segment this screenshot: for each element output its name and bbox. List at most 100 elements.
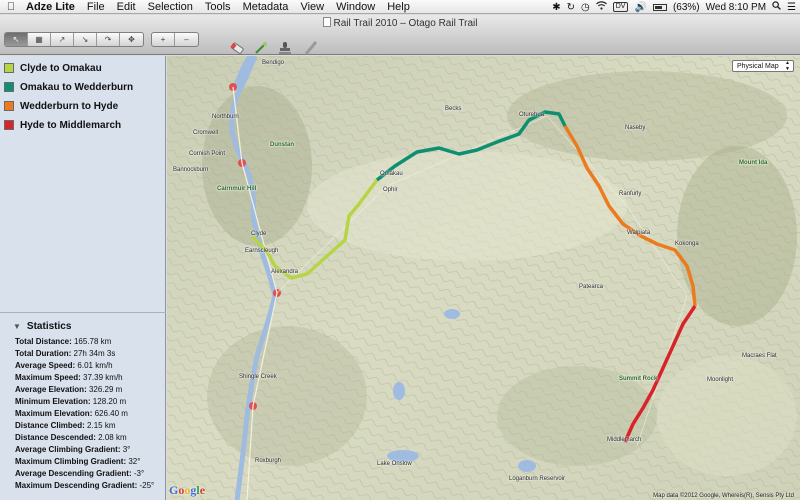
stat-row: Total Distance: 165.78 km xyxy=(15,337,111,346)
place-label: Cairnmuir Hill xyxy=(217,186,257,192)
stat-value: 3° xyxy=(122,445,131,454)
track-color-swatch xyxy=(4,101,14,111)
track-label: Clyde to Omakau xyxy=(20,62,102,74)
place-label: Naseby xyxy=(625,125,646,131)
pan-tool-button[interactable]: ✥ xyxy=(120,33,143,46)
stat-row: Maximum Descending Gradient: -25° xyxy=(15,481,154,490)
stat-label: Total Duration: xyxy=(15,349,72,358)
clock[interactable]: Wed 8:10 PM xyxy=(706,2,766,13)
map-view[interactable]: Bendigo Northburn Cromwell Dunstan Corni… xyxy=(167,56,800,500)
stat-value: 326.29 m xyxy=(88,385,123,394)
stamp-icon[interactable] xyxy=(276,39,294,57)
place-label: Northburn xyxy=(212,114,239,120)
track-item[interactable]: Omakau to Wedderburn xyxy=(4,79,133,95)
draw-line-tool-button[interactable]: ↘ xyxy=(74,33,97,46)
battery-icon[interactable] xyxy=(652,3,667,11)
statistics-header[interactable]: ▼ Statistics xyxy=(13,321,71,332)
place-label: Moonlight xyxy=(707,377,734,383)
apple-menu-icon[interactable]:  xyxy=(0,1,22,13)
dv-badge[interactable]: DV xyxy=(612,2,629,12)
place-label: Oturehua xyxy=(519,112,545,118)
place-label: Bendigo xyxy=(262,60,285,66)
stat-value: -3° xyxy=(133,469,145,478)
stat-row: Maximum Elevation: 626.40 m xyxy=(15,409,128,418)
menu-tools[interactable]: Tools xyxy=(199,1,237,13)
stat-row: Average Speed: 6.01 km/h xyxy=(15,361,113,370)
place-label: Becks xyxy=(445,106,462,112)
place-label: Ophir xyxy=(383,187,398,193)
notifications-icon[interactable]: ☰ xyxy=(787,2,796,13)
menu-edit[interactable]: Edit xyxy=(111,1,142,13)
bluetooth-icon[interactable]: ✱ xyxy=(552,2,560,13)
disclosure-triangle-icon[interactable]: ▼ xyxy=(13,322,21,331)
draw-curve-tool-button[interactable]: ↷ xyxy=(97,33,120,46)
stat-row: Average Elevation: 326.29 m xyxy=(15,385,122,394)
map-attribution[interactable]: Map data ©2012 Google, Whereis(R), Sensi… xyxy=(653,493,794,499)
track-label: Hyde to Middlemarch xyxy=(20,119,122,131)
stat-label: Average Elevation: xyxy=(15,385,87,394)
zoom-out-button[interactable]: – xyxy=(175,33,198,46)
menu-help[interactable]: Help xyxy=(381,1,416,13)
stat-row: Average Climbing Gradient: 3° xyxy=(15,445,130,454)
place-label: Summit Rock xyxy=(619,376,658,382)
map-type-select[interactable]: Physical Map ▲ ▼ xyxy=(732,60,794,72)
stat-row: Total Duration: 27h 34m 3s xyxy=(15,349,115,358)
stat-value: 2.08 km xyxy=(98,433,127,442)
wand-icon[interactable] xyxy=(252,39,270,57)
track-label: Omakau to Wedderburn xyxy=(20,81,134,93)
statistics-title: Statistics xyxy=(26,321,72,332)
tool-selector: ↖ ▦ ↗ ↘ ↷ ✥ xyxy=(4,32,144,47)
stat-label: Average Climbing Gradient: xyxy=(15,445,121,454)
place-label: Cromwell xyxy=(193,130,219,136)
spotlight-search-icon[interactable] xyxy=(772,1,781,13)
menu-window[interactable]: Window xyxy=(330,1,381,13)
place-label: Loganburn Reservoir xyxy=(509,476,566,482)
stat-label: Distance Descended: xyxy=(15,433,96,442)
app-menu[interactable]: Adze Lite xyxy=(22,1,81,13)
wifi-icon[interactable] xyxy=(595,1,607,13)
track-color-swatch xyxy=(4,120,14,130)
track-item[interactable]: Clyde to Omakau xyxy=(4,60,102,76)
volume-icon[interactable]: 🔊 xyxy=(634,2,646,13)
zoom-in-button[interactable]: + xyxy=(152,33,175,46)
place-label: Bannockburn xyxy=(173,167,209,173)
stat-value: 32° xyxy=(128,457,141,466)
pointer-tool-button[interactable]: ↖ xyxy=(5,33,28,46)
select-tool-button[interactable]: ↗ xyxy=(51,33,74,46)
google-logo: Google xyxy=(169,483,206,497)
menu-extras: ✱ ↻ ◷ DV 🔊 (63%) Wed 8:10 PM ☰ xyxy=(552,0,796,14)
track-item[interactable]: Wedderburn to Hyde xyxy=(4,98,118,114)
stat-label: Total Distance: xyxy=(15,337,72,346)
track-item[interactable]: Hyde to Middlemarch xyxy=(4,117,121,133)
stat-value: 128.20 m xyxy=(92,397,127,406)
stat-label: Distance Climbed: xyxy=(15,421,85,430)
battery-percent: (63%) xyxy=(672,1,700,13)
place-label: Kokonga xyxy=(675,241,699,247)
menu-bar:  Adze Lite File Edit Selection Tools Me… xyxy=(0,0,800,14)
window-toolbar: Rail Trail 2010 – Otago Rail Trail ↖ ▦ ↗… xyxy=(0,15,800,55)
eraser-icon[interactable] xyxy=(228,39,246,57)
place-label: Dunstan xyxy=(270,142,294,148)
track-label: Wedderburn to Hyde xyxy=(20,100,119,112)
menu-metadata[interactable]: Metadata xyxy=(237,1,295,13)
menu-selection[interactable]: Selection xyxy=(142,1,199,13)
menu-view[interactable]: View xyxy=(294,1,330,13)
sync-icon[interactable]: ↻ xyxy=(567,2,575,13)
stat-row: Average Descending Gradient: -3° xyxy=(15,469,144,478)
updown-arrows-icon: ▲ ▼ xyxy=(785,60,790,72)
track-color-swatch xyxy=(4,63,14,73)
terrain-map xyxy=(167,56,800,500)
stat-label: Minimum Elevation: xyxy=(15,397,91,406)
grid-tool-button[interactable]: ▦ xyxy=(28,33,51,46)
stat-label: Average Speed: xyxy=(15,361,76,370)
stat-value: -25° xyxy=(139,481,155,490)
stat-label: Average Descending Gradient: xyxy=(15,469,132,478)
place-label: Mount Ida xyxy=(739,160,768,166)
ruler-icon[interactable] xyxy=(302,39,320,57)
place-label: Earnscleugh xyxy=(245,248,279,254)
track-color-swatch xyxy=(4,82,14,92)
time-machine-icon[interactable]: ◷ xyxy=(581,2,590,13)
menu-file[interactable]: File xyxy=(81,1,111,13)
stat-row: Distance Descended: 2.08 km xyxy=(15,433,127,442)
stat-label: Maximum Climbing Gradient: xyxy=(15,457,127,466)
